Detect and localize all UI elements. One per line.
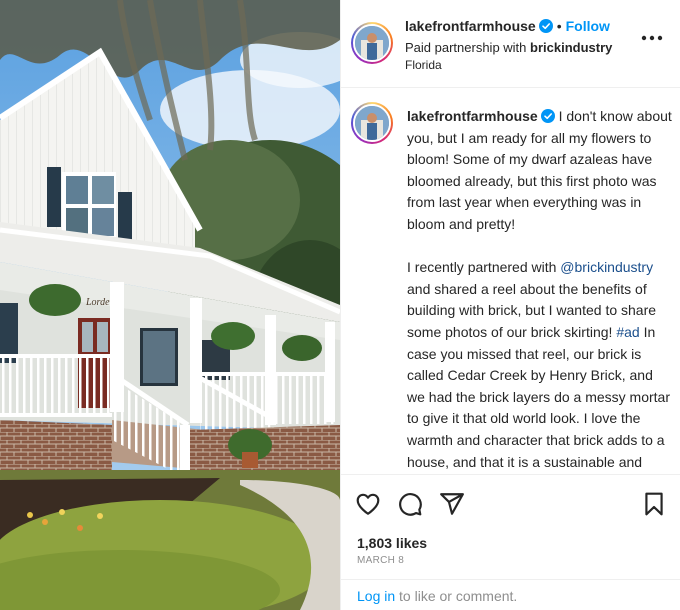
likes-count[interactable]: 1,803 likes (357, 535, 427, 551)
hashtag-link[interactable]: #ad (616, 324, 639, 340)
caption-author-avatar[interactable] (351, 102, 393, 144)
paid-partnership-prefix: Paid partnership with (405, 40, 527, 55)
paid-partnership-label: Paid partnership with brickindustry (405, 40, 612, 55)
post-date[interactable]: MARCH 8 (357, 555, 404, 566)
bookmark-icon[interactable] (641, 491, 667, 517)
farmhouse-photo-illustration: Lorde (0, 0, 340, 610)
separator-dot: • (556, 18, 562, 34)
post-photo[interactable]: Lorde (0, 0, 340, 610)
comment-icon[interactable] (397, 491, 423, 517)
post-detail-panel: lakefrontfarmhouse • Follow Paid partnersh… (340, 0, 680, 610)
avatar-image (355, 106, 389, 140)
follow-button[interactable]: Follow (566, 18, 610, 34)
caption-username[interactable]: lakefrontfarmhouse (407, 108, 538, 124)
author-avatar[interactable] (351, 22, 393, 64)
post-caption: lakefrontfarmhouse I don't know about yo… (407, 106, 673, 474)
author-username[interactable]: lakefrontfarmhouse (405, 18, 536, 34)
avatar-image (355, 26, 389, 60)
login-prompt-text: to like or comment. (399, 588, 518, 604)
post-actions: 1,803 likes MARCH 8 Log in to like or co… (341, 474, 680, 608)
more-options-icon[interactable] (641, 34, 663, 42)
mention-link[interactable]: @brickindustry (560, 259, 653, 275)
post-location[interactable]: Florida (405, 58, 442, 72)
caption-paragraph-1: lakefrontfarmhouse I don't know about yo… (407, 106, 673, 236)
caption-area[interactable]: lakefrontfarmhouse I don't know about yo… (341, 89, 680, 474)
login-prompt: Log in to like or comment. (341, 579, 680, 609)
verified-badge-icon (538, 19, 553, 33)
verified-badge-icon (540, 109, 555, 123)
caption-paragraph-2: I recently partnered with @brickindustry… (407, 257, 673, 474)
share-icon[interactable] (439, 491, 465, 517)
caption-text-1: I don't know about you, but I am ready f… (407, 108, 672, 232)
post-header: lakefrontfarmhouse • Follow Paid partnersh… (341, 0, 680, 88)
caption-text-2-pre: I recently partnered with (407, 259, 557, 276)
partner-link[interactable]: brickindustry (530, 40, 612, 55)
caption-text-2-post: In case you missed that reel, our brick … (407, 323, 670, 470)
porch-sign-text: Lorde (85, 297, 110, 308)
heart-icon[interactable] (355, 491, 381, 517)
login-link[interactable]: Log in (357, 588, 395, 604)
